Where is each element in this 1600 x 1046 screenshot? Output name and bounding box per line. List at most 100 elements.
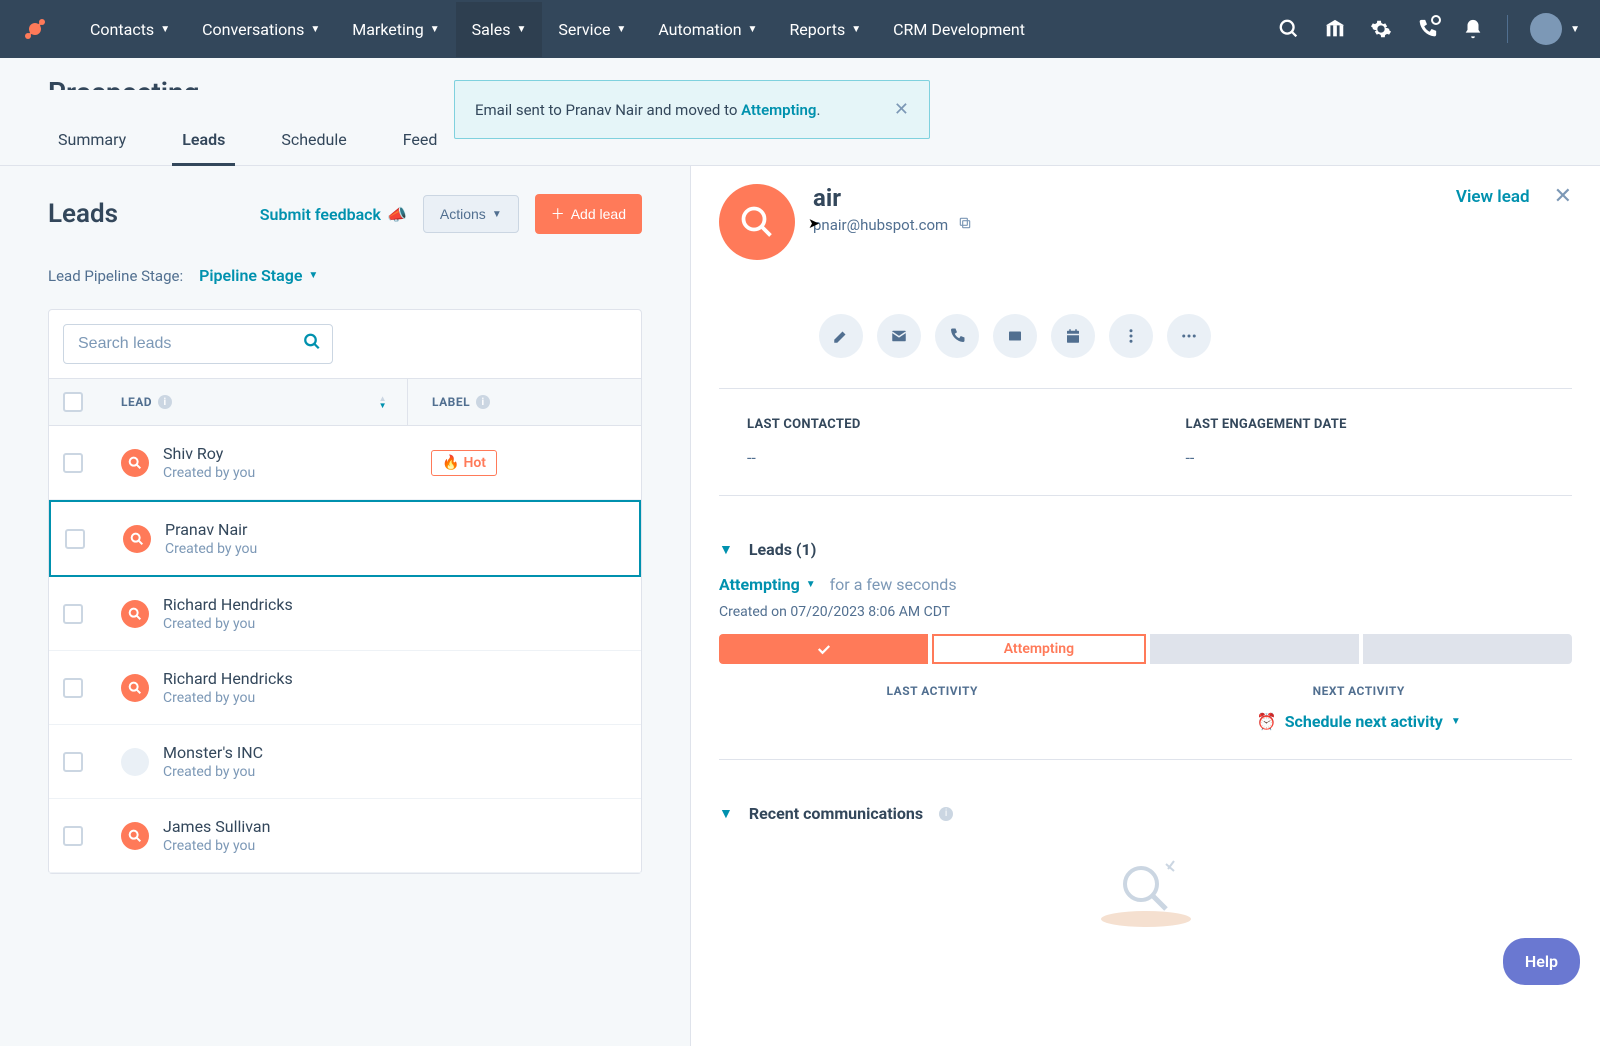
- chevron-down-icon: ▼: [310, 24, 320, 35]
- tab-feed[interactable]: Feed: [393, 116, 448, 166]
- chevron-down-icon: ▼: [748, 24, 758, 35]
- view-lead-link[interactable]: View lead: [1456, 187, 1530, 207]
- top-navigation: Contacts▼Conversations▼Marketing▼Sales▼S…: [0, 0, 1600, 58]
- stage-current[interactable]: Attempting: [932, 634, 1145, 664]
- nav-item-automation[interactable]: Automation▼: [642, 2, 773, 57]
- bell-icon[interactable]: [1461, 17, 1485, 41]
- last-engagement-label: LAST ENGAGEMENT DATE: [1186, 417, 1545, 432]
- filter-label: Lead Pipeline Stage:: [48, 267, 183, 285]
- stage-completed[interactable]: [719, 634, 928, 664]
- leads-panel: Leads Submit feedback 📣 Actions▼ ＋Add le…: [0, 166, 690, 1046]
- add-lead-button[interactable]: ＋Add lead: [535, 194, 642, 234]
- tab-summary[interactable]: Summary: [48, 116, 136, 166]
- nav-item-sales[interactable]: Sales▼: [456, 2, 543, 57]
- last-contacted-value: --: [747, 448, 1106, 467]
- nav-item-service[interactable]: Service▼: [542, 2, 642, 57]
- note-icon[interactable]: [819, 314, 863, 358]
- chevron-down-icon[interactable]: ▼: [719, 541, 733, 558]
- row-avatar: [121, 822, 149, 850]
- close-icon[interactable]: ✕: [894, 99, 909, 120]
- phone-icon[interactable]: [1415, 17, 1439, 41]
- account-menu[interactable]: ▼: [1530, 13, 1580, 45]
- pipeline-stage-filter[interactable]: Pipeline Stage▼: [199, 266, 318, 285]
- mouse-cursor: ➤: [808, 216, 820, 232]
- search-input[interactable]: [63, 324, 333, 364]
- hubspot-logo[interactable]: [20, 14, 50, 44]
- table-row[interactable]: Richard HendricksCreated by you: [49, 577, 641, 651]
- nav-item-conversations[interactable]: Conversations▼: [186, 2, 336, 57]
- search-icon[interactable]: [303, 333, 321, 356]
- chevron-down-icon: ▼: [430, 24, 440, 35]
- tab-schedule[interactable]: Schedule: [271, 116, 356, 166]
- row-checkbox[interactable]: [63, 604, 83, 624]
- row-checkbox[interactable]: [63, 678, 83, 698]
- chevron-down-icon: ▼: [160, 24, 170, 35]
- call-icon[interactable]: [935, 314, 979, 358]
- sort-icon[interactable]: ▲▼: [379, 395, 387, 409]
- close-icon[interactable]: ✕: [1554, 184, 1572, 209]
- task-icon[interactable]: [993, 314, 1037, 358]
- more-horizontal-icon[interactable]: [1167, 314, 1211, 358]
- created-on: Created on 07/20/2023 8:06 AM CDT: [719, 604, 1572, 620]
- stage-dropdown[interactable]: Attempting▼: [719, 575, 816, 594]
- table-row[interactable]: Richard Hendricks Created by you: [49, 651, 641, 725]
- actions-dropdown[interactable]: Actions▼: [423, 195, 519, 233]
- stage-pending[interactable]: [1150, 634, 1359, 664]
- last-activity-label: LAST ACTIVITY: [719, 684, 1146, 698]
- clock-icon: ⏰: [1257, 712, 1277, 731]
- table-row[interactable]: Monster's INCCreated by you: [49, 725, 641, 799]
- leads-title: Leads: [48, 199, 118, 229]
- row-avatar: [123, 525, 151, 553]
- table-row[interactable]: Pranav Nair Created by you: [49, 500, 641, 577]
- chevron-down-icon: ▼: [616, 24, 626, 35]
- avatar: [1530, 13, 1562, 45]
- lead-name: James Sullivan: [163, 817, 270, 836]
- row-checkbox[interactable]: [63, 826, 83, 846]
- nav-right: ▼: [1277, 13, 1580, 45]
- tab-leads[interactable]: Leads: [172, 116, 235, 166]
- info-icon[interactable]: i: [158, 395, 172, 409]
- chevron-down-icon: ▼: [516, 24, 526, 35]
- lead-subtext: Created by you: [163, 690, 293, 706]
- info-icon[interactable]: i: [476, 395, 490, 409]
- column-lead[interactable]: LEAD i ▲▼: [107, 395, 407, 409]
- leads-section-title: Leads (1): [749, 540, 816, 559]
- stage-pending[interactable]: [1363, 634, 1572, 664]
- submit-feedback-link[interactable]: Submit feedback 📣: [260, 205, 407, 224]
- lead-name: Monster's INC: [163, 743, 263, 762]
- row-checkbox[interactable]: [63, 752, 83, 772]
- nav-item-reports[interactable]: Reports▼: [773, 2, 877, 57]
- chevron-down-icon: ▼: [851, 24, 861, 35]
- help-button[interactable]: Help: [1503, 938, 1580, 985]
- nav-item-crm-development[interactable]: CRM Development: [877, 2, 1041, 57]
- table-row[interactable]: Shiv RoyCreated by you🔥Hot: [49, 426, 641, 500]
- email-icon[interactable]: [877, 314, 921, 358]
- table-header: LEAD i ▲▼ LABEL i: [49, 378, 641, 426]
- recent-comms-title: Recent communications: [749, 804, 923, 823]
- meeting-icon[interactable]: [1051, 314, 1095, 358]
- nav-item-marketing[interactable]: Marketing▼: [336, 2, 455, 57]
- table-row[interactable]: James SullivanCreated by you: [49, 799, 641, 873]
- row-checkbox[interactable]: [65, 529, 85, 549]
- nav-divider: [1507, 15, 1508, 43]
- search-icon[interactable]: [1277, 17, 1301, 41]
- lead-name: Richard Hendricks: [163, 669, 293, 688]
- row-checkbox[interactable]: [63, 453, 83, 473]
- copy-icon[interactable]: [958, 216, 972, 234]
- schedule-next-activity[interactable]: ⏰ Schedule next activity ▼: [1257, 712, 1461, 731]
- chevron-down-icon: ▼: [1451, 716, 1461, 727]
- lead-detail-panel: air pnair@hubspot.com View lead ✕: [690, 166, 1600, 1046]
- marketplace-icon[interactable]: [1323, 17, 1347, 41]
- lead-subtext: Created by you: [165, 541, 257, 557]
- more-vertical-icon[interactable]: [1109, 314, 1153, 358]
- chevron-down-icon: ▼: [806, 579, 816, 590]
- column-label[interactable]: LABEL i: [407, 379, 607, 425]
- plus-icon: ＋: [551, 204, 565, 224]
- lead-name: Pranav Nair: [165, 520, 257, 539]
- nav-item-contacts[interactable]: Contacts▼: [74, 2, 186, 57]
- info-icon[interactable]: i: [939, 807, 953, 821]
- select-all-checkbox[interactable]: [63, 392, 83, 412]
- chevron-down-icon[interactable]: ▼: [719, 805, 733, 822]
- gear-icon[interactable]: [1369, 17, 1393, 41]
- row-avatar: [121, 449, 149, 477]
